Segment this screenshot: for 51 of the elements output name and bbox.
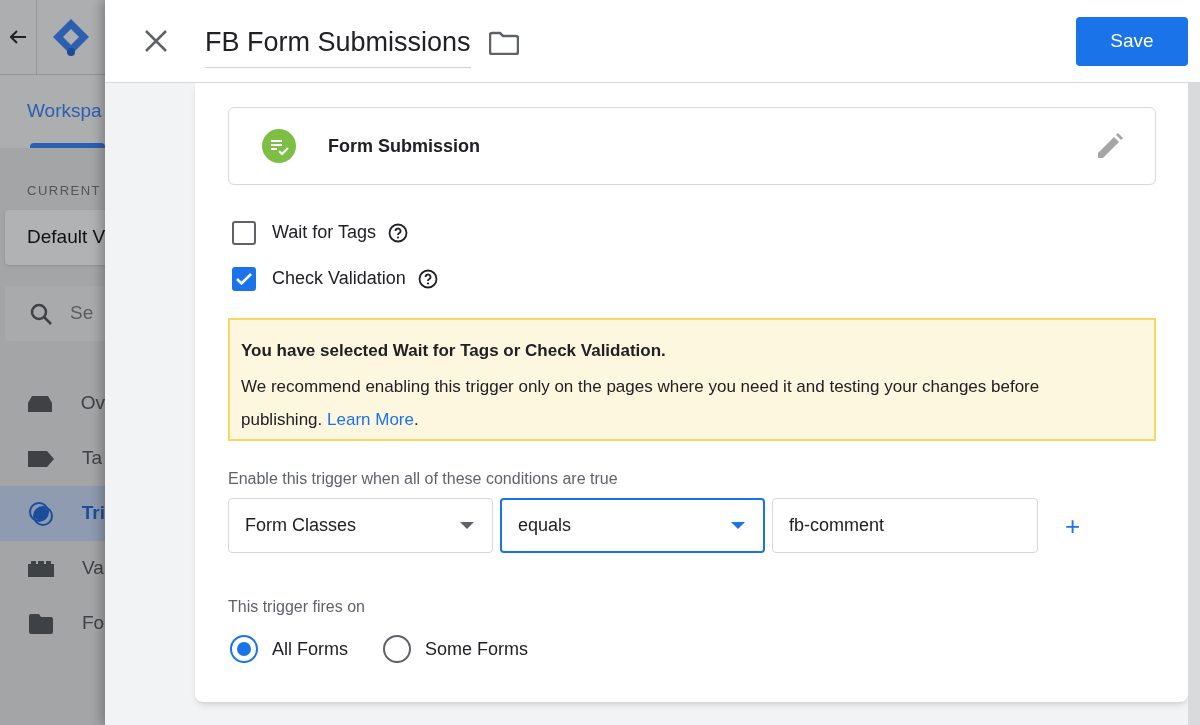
caret-icon xyxy=(460,522,474,529)
trigger-type-name: Form Submission xyxy=(328,134,480,158)
diamond-logo-icon xyxy=(51,17,91,57)
dropdown[interactable]: Form Classes xyxy=(228,498,493,553)
tag-icon xyxy=(28,450,54,467)
search-icon xyxy=(29,301,53,326)
checkbox-label: Check Validation xyxy=(272,267,406,290)
search-field[interactable]: Se xyxy=(5,286,105,341)
nav-item[interactable]: Fo xyxy=(0,596,105,651)
brick-icon xyxy=(28,560,54,577)
close-icon xyxy=(145,30,167,52)
tray-icon xyxy=(27,393,54,414)
folder-icon xyxy=(29,613,53,634)
help-icon xyxy=(417,268,438,289)
radio-label: All Forms xyxy=(272,637,348,661)
scrollbar[interactable] xyxy=(1188,83,1200,725)
overlapping-circles-icon xyxy=(27,500,54,527)
nav-item[interactable]: Ov xyxy=(0,376,105,431)
nav-item[interactable]: Ta xyxy=(0,431,105,486)
dropdown[interactable]: equals xyxy=(500,498,765,553)
text-field[interactable]: fb-comment xyxy=(772,498,1038,553)
workspace-selector[interactable]: Default V xyxy=(5,210,105,265)
caret-icon xyxy=(731,522,745,529)
notice-text: We recommend enabling this trigger only on the pages where you need it and testing your changes before publishing. Learn More. xyxy=(241,375,1041,431)
workspace-tab[interactable]: Workspa xyxy=(27,99,102,121)
radio-button[interactable] xyxy=(230,635,258,663)
checkbox[interactable] xyxy=(232,220,256,245)
pencil-icon xyxy=(1097,133,1123,159)
back-arrow-icon xyxy=(10,30,26,44)
checkbox-label: Wait for Tags xyxy=(272,221,377,244)
notice-title: You have selected Wait for Tags or Check Validation. xyxy=(241,340,667,362)
search-placeholder: Se xyxy=(70,301,94,326)
checkbox[interactable] xyxy=(232,266,256,291)
nav-item[interactable]: Va xyxy=(0,541,105,596)
add-condition-button[interactable]: + xyxy=(1065,512,1081,539)
folder-outline-icon xyxy=(488,31,519,55)
learn-more-link[interactable]: Learn More xyxy=(327,409,414,429)
close-button[interactable] xyxy=(143,28,169,54)
form-check-icon xyxy=(262,129,296,163)
radio-label: Some Forms xyxy=(425,637,529,661)
section-heading: CURRENT xyxy=(27,183,102,198)
fires-on-label: This trigger fires on xyxy=(228,597,366,617)
nav-item[interactable]: Tri xyxy=(0,486,105,541)
trigger-type-card[interactable]: Form Submission xyxy=(228,107,1156,185)
radio-button[interactable] xyxy=(383,635,411,663)
title-field[interactable]: FB Form Submissions xyxy=(205,13,471,69)
save-button[interactable]: Save xyxy=(1076,16,1188,66)
conditions-label: Enable this trigger when all of these conditions are true xyxy=(228,469,619,489)
checkmark-icon xyxy=(236,272,252,285)
help-icon xyxy=(388,222,409,243)
folder-button[interactable] xyxy=(488,31,519,55)
